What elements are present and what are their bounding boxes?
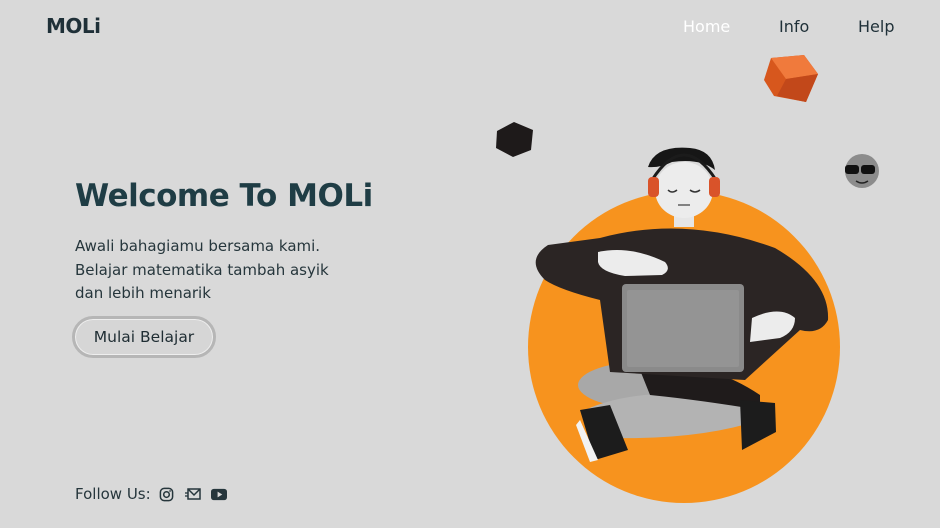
orange-cube-decoration bbox=[764, 55, 818, 102]
black-cube-decoration bbox=[496, 122, 533, 157]
sunglasses-emoji-decoration bbox=[845, 154, 879, 188]
hero-illustration bbox=[496, 55, 879, 503]
